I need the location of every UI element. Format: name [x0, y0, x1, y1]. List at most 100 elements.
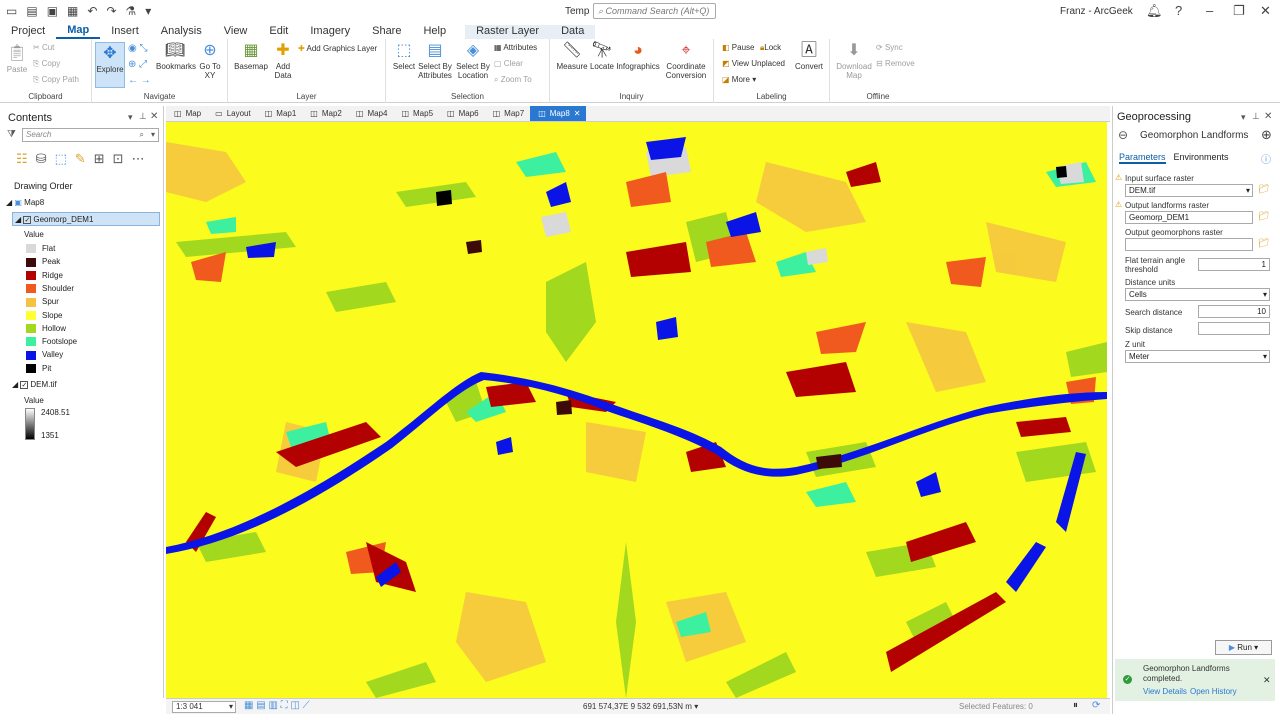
tab-insert[interactable]: Insert: [100, 25, 150, 39]
tab-imagery[interactable]: Imagery: [299, 25, 361, 39]
tab-help[interactable]: Help: [412, 25, 457, 39]
layer-visibility-checkbox[interactable]: ✓: [23, 215, 32, 224]
geoprocessing-close-icon[interactable]: ✕: [1264, 111, 1272, 122]
tab-analysis[interactable]: Analysis: [150, 25, 213, 39]
redo-icon[interactable]: ↷: [106, 4, 116, 18]
save-icon[interactable]: ▣: [47, 4, 58, 18]
select-button[interactable]: ⬚ Select: [390, 42, 418, 71]
contents-search-input[interactable]: Search ⌕ ▾: [22, 128, 159, 142]
previous-extent-icon[interactable]: ← →: [128, 75, 151, 86]
map-view[interactable]: [166, 122, 1107, 698]
tree-layer-geomorp[interactable]: ◢ ✓ Geomorp_DEM1: [12, 212, 160, 226]
tab-environments[interactable]: Environments: [1174, 152, 1229, 164]
add-graphics-layer-button[interactable]: ✚ Add Graphics Layer: [298, 44, 377, 53]
dismiss-message-icon[interactable]: ✕: [1263, 675, 1271, 686]
undo-icon[interactable]: ↶: [87, 4, 97, 18]
pause-drawing-icon[interactable]: ⏸: [1073, 700, 1078, 711]
pane-options-icon[interactable]: ▾: [128, 112, 133, 123]
filter-icon[interactable]: ⧩: [7, 129, 16, 140]
coordinate-readout[interactable]: 691 574,37E 9 532 691,53N m ▾: [583, 702, 698, 711]
customize-icon[interactable]: ⚗: [126, 4, 137, 18]
tab-map2[interactable]: ◫ Map2: [302, 106, 348, 121]
bookmarks-button[interactable]: 📖︎ Bookmarks: [156, 42, 196, 71]
tree-map8[interactable]: ◢ ▣ Map8: [6, 198, 44, 207]
more-options-icon[interactable]: ⋯: [132, 151, 145, 167]
fixed-zoom-icon[interactable]: ◉ ⤡: [128, 43, 148, 54]
explore-button[interactable]: ✥ Explore: [95, 42, 125, 88]
layer-visibility-checkbox[interactable]: ✓: [20, 380, 29, 389]
tab-view[interactable]: View: [213, 25, 259, 39]
browse-folder-icon[interactable]: 📁︎: [1258, 184, 1269, 195]
restore-icon[interactable]: ❐: [1233, 3, 1245, 19]
user-name[interactable]: Franz - ArcGeek: [1060, 6, 1133, 17]
grid-icon[interactable]: ▦ ▤ ▥ ⛶ ◫ ⟋: [244, 700, 310, 711]
tab-map6[interactable]: ◫ Map6: [439, 106, 485, 121]
browse-folder-icon[interactable]: 📁︎: [1258, 238, 1269, 249]
tab-data[interactable]: Data: [550, 25, 596, 39]
new-project-icon[interactable]: ▭: [6, 4, 17, 18]
convert-button[interactable]: 🄰 Convert: [794, 42, 824, 71]
attributes-button[interactable]: ▦ Attributes: [494, 43, 537, 52]
close-tab-icon[interactable]: ✕: [574, 109, 581, 121]
copy-button[interactable]: ⎘ Copy: [33, 59, 60, 69]
tree-layer-dem[interactable]: ◢ ✓ DEM.tif: [12, 380, 57, 389]
pin-icon[interactable]: ⊥: [1252, 111, 1260, 122]
collapse-icon[interactable]: ◢: [12, 380, 20, 389]
back-arrow-icon[interactable]: ⊖: [1118, 128, 1128, 142]
tab-layout[interactable]: ▭ Layout: [207, 106, 257, 121]
help-icon[interactable]: ⓘ: [1261, 151, 1271, 166]
view-unplaced-button[interactable]: ◩ View Unplaced: [722, 59, 785, 68]
view-details-link[interactable]: View Details: [1143, 687, 1187, 696]
list-by-drawing-order-icon[interactable]: ☷: [16, 151, 28, 167]
flat-threshold-field[interactable]: 1: [1198, 258, 1270, 271]
tab-share[interactable]: Share: [361, 25, 412, 39]
tab-project[interactable]: Project: [0, 25, 56, 39]
remove-button[interactable]: ⊟ Remove: [876, 59, 915, 68]
help-icon[interactable]: ?: [1175, 3, 1182, 18]
copy-path-button[interactable]: ⎘ Copy Path: [33, 75, 79, 85]
contents-close-icon[interactable]: ✕: [150, 111, 158, 122]
collapse-icon[interactable]: ◢: [15, 215, 23, 224]
tab-map7[interactable]: ◫ Map7: [485, 106, 531, 121]
clear-button[interactable]: ▢ Clear: [494, 59, 523, 68]
distance-units-select[interactable]: Cells ▾: [1125, 288, 1270, 301]
list-by-labeling-icon[interactable]: ⊡: [113, 151, 124, 167]
tab-map[interactable]: Map: [56, 24, 101, 39]
output-landforms-field[interactable]: Geomorp_DEM1: [1125, 211, 1253, 224]
list-by-selection-icon[interactable]: ⬚: [55, 151, 67, 167]
pin-icon[interactable]: ⊥: [139, 111, 147, 122]
input-surface-field[interactable]: DEM.tif ▾: [1125, 184, 1253, 197]
tab-map4[interactable]: ◫ Map4: [348, 106, 394, 121]
basemap-button[interactable]: ▦ Basemap: [233, 42, 269, 71]
search-distance-field[interactable]: 10: [1198, 305, 1270, 318]
tab-parameters[interactable]: Parameters: [1119, 152, 1166, 164]
cut-button[interactable]: ✂ Cut: [33, 43, 54, 52]
add-data-button[interactable]: ✚ Add Data: [270, 42, 296, 80]
pause-button[interactable]: ◧ Pause: [722, 43, 754, 52]
skip-distance-field[interactable]: [1198, 322, 1270, 335]
list-by-snapping-icon[interactable]: ⊞: [94, 151, 105, 167]
paste-button[interactable]: 📋︎ Paste: [5, 45, 29, 74]
select-by-attributes-button[interactable]: ▤ Select By Attributes: [416, 42, 454, 80]
browse-folder-icon[interactable]: 📁︎: [1258, 211, 1269, 222]
z-unit-select[interactable]: Meter ▾: [1125, 350, 1270, 363]
refresh-icon[interactable]: ⟳: [1092, 700, 1100, 711]
add-icon[interactable]: ⊕: [1261, 127, 1272, 143]
list-by-source-icon[interactable]: ⛁: [36, 151, 47, 167]
more-button[interactable]: ◪ More ▾: [722, 75, 756, 84]
command-search-input[interactable]: ⌕ Command Search (Alt+Q): [593, 3, 716, 19]
go-to-xy-button[interactable]: ⊕ Go To XY: [197, 42, 223, 80]
zoom-to-button[interactable]: ⌕ Zoom To: [494, 75, 532, 85]
select-by-location-button[interactable]: ◈ Select By Location: [454, 42, 492, 80]
notification-bell-icon[interactable]: 🔔︎: [1146, 3, 1163, 19]
tab-map8[interactable]: ◫ Map8 ✕: [530, 106, 587, 121]
run-button[interactable]: ▶ Run ▾: [1215, 640, 1272, 655]
tab-map5[interactable]: ◫ Map5: [393, 106, 439, 121]
open-project-icon[interactable]: ▤: [26, 4, 37, 18]
lock-button[interactable]: 🔒︎Lock: [760, 43, 781, 53]
open-history-link[interactable]: Open History: [1190, 687, 1237, 696]
minimize-icon[interactable]: –: [1206, 3, 1213, 18]
dropdown-icon[interactable]: ▾: [145, 4, 151, 18]
tab-edit[interactable]: Edit: [258, 25, 299, 39]
output-geomorphons-field[interactable]: [1125, 238, 1253, 251]
